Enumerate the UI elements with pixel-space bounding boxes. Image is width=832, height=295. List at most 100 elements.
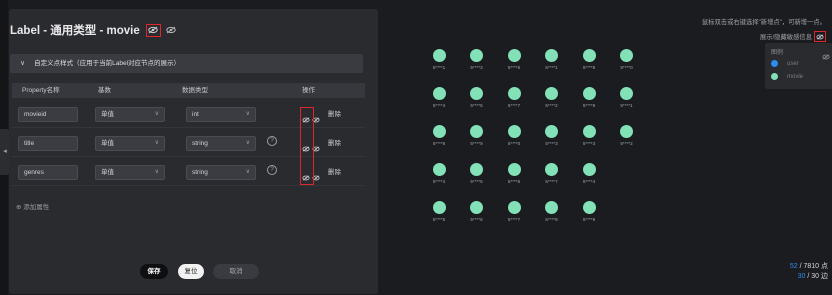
chevron-down-icon: ∨ [245, 111, 250, 117]
graph-node[interactable] [432, 124, 446, 138]
dialog-title: Label - 通用类型 - movie [10, 25, 140, 37]
graph-node-label: 5****7 [545, 179, 558, 184]
points-stat: 52 / 7810 点 [778, 262, 828, 272]
graph-node-label: 5****8 [582, 65, 596, 70]
section-title: 自定义点样式（应用于当前Label对应节点的展示） [34, 60, 181, 67]
add-property-button[interactable]: ⊕ 添加属性 [16, 201, 49, 211]
graph-node-label: 5****9 [470, 141, 483, 146]
reset-button[interactable]: 复位 [178, 264, 204, 279]
graph-node[interactable] [582, 162, 596, 176]
graph-node[interactable] [507, 48, 521, 62]
help-circle-icon[interactable]: ? [267, 136, 277, 146]
eye-slash-icon[interactable] [822, 47, 830, 65]
delete-button[interactable]: 删除 [328, 165, 341, 180]
legend-item-movie[interactable]: movie [771, 73, 803, 80]
graph-node-label: 5****5 [470, 103, 483, 108]
cardinality-value: 单值 [101, 111, 114, 118]
graph-node[interactable] [545, 86, 558, 100]
graph-stats: 52 / 7810 点 30 / 30 边 [778, 262, 828, 282]
property-name-input[interactable]: genres [18, 165, 78, 180]
graph-node-label: 5****4 [582, 179, 596, 184]
eye-icon[interactable] [165, 24, 177, 36]
data-type-select[interactable]: int ∨ [186, 107, 256, 122]
graph-node[interactable] [470, 162, 483, 176]
cardinality-select[interactable]: 单值 ∨ [95, 136, 165, 151]
graph-node[interactable] [545, 162, 558, 176]
legend-dot [771, 60, 778, 67]
eye-slash-icon[interactable] [814, 31, 826, 42]
graph-node-label: 5****4 [432, 179, 446, 184]
points-shown: 52 [789, 263, 798, 270]
graph-node[interactable] [432, 86, 446, 100]
graph-node-label: 5****1 [432, 65, 446, 70]
graph-node[interactable] [545, 124, 558, 138]
graph-node-label: 5****3 [582, 141, 596, 146]
save-button[interactable]: 保存 [140, 264, 168, 279]
graph-node[interactable] [582, 48, 596, 62]
graph-node[interactable] [432, 48, 446, 62]
graph-node[interactable] [507, 200, 521, 214]
data-type-select[interactable]: string ∨ [186, 136, 256, 151]
graph-node[interactable] [582, 124, 596, 138]
graph-node-label: 5****9 [582, 103, 596, 108]
graph-node[interactable] [620, 86, 633, 100]
graph-node[interactable] [545, 48, 558, 62]
graph-node-label: 5****2 [620, 141, 633, 146]
legend-title: 图例 [771, 50, 784, 56]
graph-node-label: 5****5 [470, 179, 483, 184]
graph-node-label: 5****9 [582, 217, 596, 222]
sensitive-toggle-label: 展示/隐藏敏感信息 [759, 34, 812, 41]
help-circle-icon[interactable]: ? [267, 165, 277, 175]
graph-hint-sensitive: 展示/隐藏敏感信息 [760, 31, 826, 42]
graph-node[interactable] [507, 86, 521, 100]
graph-hint-add-node: 鼠标双击或右键选择"新增点"，可新增一点。 [701, 19, 826, 26]
graph-node[interactable] [620, 124, 633, 138]
legend-label: user [787, 60, 799, 67]
graph-node[interactable] [470, 124, 483, 138]
delete-button[interactable]: 删除 [328, 107, 341, 122]
graph-node-label: 5****3 [545, 141, 558, 146]
cardinality-value: 单值 [101, 140, 114, 147]
cancel-button[interactable]: 取消 [213, 264, 259, 279]
cardinality-value: 单值 [101, 169, 114, 176]
chevron-down-icon: ∨ [154, 140, 159, 146]
header-actions: 操作 [302, 87, 315, 94]
graph-node[interactable] [582, 86, 596, 100]
highlight-box [300, 107, 314, 185]
graph-node[interactable] [545, 200, 558, 214]
chevron-down-icon: ∨ [245, 140, 250, 146]
property-name-input[interactable]: movieid [18, 107, 78, 122]
points-total: / 7810 点 [797, 263, 828, 270]
legend-item-user[interactable]: user [771, 60, 799, 67]
eye-slash-icon[interactable] [145, 23, 161, 37]
graph-node[interactable] [582, 200, 596, 214]
property-name-input[interactable]: title [18, 136, 78, 151]
graph-node[interactable] [470, 48, 483, 62]
graph-node-label: 5****1 [620, 103, 633, 108]
app-root: ◂ Label - 通用类型 - movie ✕ ∨自定义点样式（应用于当前La… [0, 0, 832, 295]
edges-stat: 30 / 30 边 [778, 272, 828, 282]
graph-node[interactable] [432, 162, 446, 176]
cardinality-select[interactable]: 单值 ∨ [95, 165, 165, 180]
cardinality-select[interactable]: 单值 ∨ [95, 107, 165, 122]
data-type-select[interactable]: string ∨ [186, 165, 256, 180]
graph-node-label: 5****0 [620, 65, 633, 70]
chevron-down-icon: ∨ [154, 169, 159, 175]
graph-node-label: 5****6 [470, 217, 483, 222]
graph-node[interactable] [507, 162, 521, 176]
custom-style-section-header[interactable]: ∨ 自定义点样式（应用于当前Label对应节点的展示） [10, 54, 363, 73]
delete-button[interactable]: 删除 [328, 136, 341, 151]
chevron-down-icon: ∨ [20, 60, 26, 67]
graph-node[interactable] [470, 86, 483, 100]
graph-node[interactable] [432, 200, 446, 214]
legend-dot [771, 73, 778, 80]
graph-node[interactable] [620, 48, 633, 62]
graph-node-label: 5****2 [545, 103, 558, 108]
header-property-name: Property名称 [22, 87, 60, 94]
legend-label: movie [787, 73, 804, 80]
data-type-value: int [192, 111, 199, 118]
data-type-value: string [192, 169, 208, 176]
graph-node[interactable] [507, 124, 521, 138]
graph-node[interactable] [470, 200, 483, 214]
graph-node-label: 5****8 [545, 217, 558, 222]
